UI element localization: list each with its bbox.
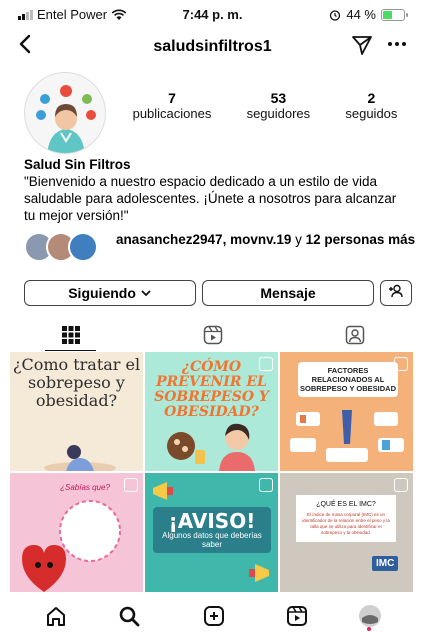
tab-tagged[interactable] [284,320,425,350]
direct-message-button[interactable] [351,34,373,61]
post-title: ¿QUÉ ES EL IMC? [316,501,376,508]
post-caption: ¡AVISO! Algunos datos que deberías saber [153,507,271,553]
multi-post-icon [259,357,273,371]
stat-label: seguidos [345,106,398,121]
post-tile[interactable]: ¿QUÉ ES EL IMC? El índice de masa corpor… [280,473,413,592]
stat-following[interactable]: 2 seguidos [345,90,397,122]
stat-posts[interactable]: 7 publicaciones [133,90,212,122]
profile-tabs [0,320,425,351]
post-text: FACTORES RELACIONADOS AL SOBREPESO Y OBE… [298,362,398,397]
megaphone-icon [153,482,173,500]
tagged-icon [345,325,364,345]
tab-posts-grid[interactable] [0,320,141,351]
profile-actions: Siguiendo Mensaje [24,280,412,306]
followed-by-connector: y [291,232,306,247]
post-text: ¿Sabías que? [60,483,110,492]
profile-header: saludsinfiltros1 [0,32,425,62]
bio-text: "Bienvenido a nuestro espacio dedicado a… [24,174,397,223]
battery-charging-icon [381,8,408,21]
reels-icon [287,606,307,626]
create-icon [204,606,224,626]
factors-diagram [290,410,404,462]
stat-label: seguidores [246,106,311,121]
notification-dot [367,627,371,631]
tab-reels[interactable] [142,320,283,350]
stat-value: 7 [168,90,176,106]
food-illustration [167,423,255,471]
post-text: El índice de masa corporal (IMC) es un i… [302,512,390,535]
heart-character-illustration [22,500,121,592]
post-tile[interactable]: FACTORES RELACIONADOS AL SOBREPESO Y OBE… [280,352,413,471]
stat-label: publicaciones [132,106,212,121]
home-icon [47,607,65,626]
post-card: ¿QUÉ ES EL IMC? El índice de masa corpor… [296,495,396,542]
post-tile[interactable]: ¡AVISO! Algunos datos que deberías saber [145,473,278,592]
followed-by[interactable]: anasanchez2947, movnv.19 y 12 personas m… [24,232,415,262]
multi-post-icon [394,478,408,492]
profile-name: Salud Sin Filtros [24,157,131,172]
alarm-icon [330,9,341,21]
nav-create[interactable] [200,602,228,630]
avatar-illustration [36,85,96,153]
multi-post-icon [124,478,138,492]
profile-avatar[interactable] [24,72,106,154]
post-text: ¿Como tratar el sobrepeso y obesidad? [12,355,141,410]
posts-grid: ¿Como tratar el sobrepeso y obesidad? ¿C… [10,352,413,595]
search-icon [119,606,140,627]
post-title: ¡AVISO! [168,509,256,533]
add-person-button[interactable] [380,280,412,306]
battery-indicator: 44 % [329,7,408,22]
add-person-icon [389,284,403,298]
post-tile[interactable]: ¿CÓMO PREVENIR EL SOBREPESO Y OBESIDAD? [145,352,278,471]
followed-by-text: anasanchez2947, movnv.19 y 12 personas m… [116,232,416,248]
status-bar: Entel Power 7:44 p. m. 44 % [0,0,425,30]
profile-stats: 7 publicaciones 53 seguidores 2 seguidos [115,90,415,122]
follower-avatar [68,232,98,262]
stat-followers[interactable]: 53 seguidores [247,90,311,122]
stat-value: 53 [270,90,287,106]
paper-plane-icon [352,36,372,55]
post-tile[interactable]: ¿Sabías que? [10,473,143,592]
profile-bio: Salud Sin Filtros "Bienvenido a nuestro … [24,156,409,224]
more-options-button[interactable] [387,32,407,60]
chevron-down-icon [141,290,151,297]
nav-reels[interactable] [283,602,311,630]
followed-by-others: 12 personas más [305,232,416,247]
person-illustration [44,445,116,471]
battery-percent: 44 % [346,7,376,22]
post-tile[interactable]: ¿Como tratar el sobrepeso y obesidad? [10,352,143,471]
following-button[interactable]: Siguiendo [24,280,196,306]
more-horizontal-icon [388,42,406,46]
imc-badge: IMC [372,556,399,571]
post-text: Algunos datos que deberías saber [162,531,262,549]
post-text: ¿CÓMO PREVENIR EL SOBREPESO Y OBESIDAD? [154,359,269,420]
bottom-nav [0,600,425,632]
reels-icon [203,325,222,345]
nav-search[interactable] [115,602,143,630]
message-button[interactable]: Mensaje [202,280,374,306]
nav-home[interactable] [42,602,70,630]
stat-value: 2 [367,90,376,106]
megaphone-icon [249,564,269,582]
multi-post-icon [394,357,408,371]
nav-profile[interactable] [356,602,384,630]
multi-post-icon [259,478,273,492]
following-label: Siguiendo [68,285,136,301]
grid-icon [61,326,80,344]
followed-by-users: anasanchez2947, movnv.19 [116,232,292,247]
profile-avatar-icon [359,605,381,627]
